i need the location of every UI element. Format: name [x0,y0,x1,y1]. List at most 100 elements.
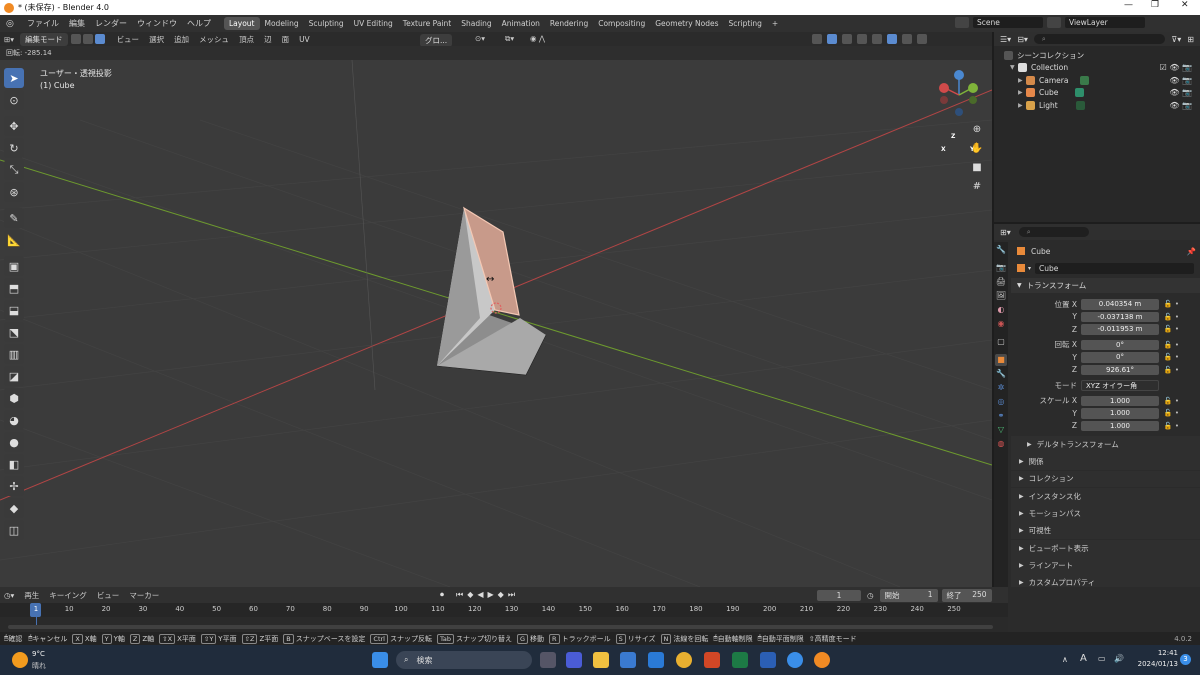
collections-section[interactable]: ▶ コレクション [1011,470,1200,488]
snap-icon[interactable]: ⧉▾ [505,34,514,44]
menu-view[interactable]: ビュー [113,33,144,46]
rotation-x-field[interactable]: 0° [1081,339,1159,350]
poly-build-tool-icon[interactable]: ⬢ [4,388,24,408]
menu-mesh[interactable]: メッシュ [195,33,233,46]
outliner-editor-icon[interactable]: ☰▾ [1000,35,1011,44]
wireframe-shading-icon[interactable] [872,34,882,44]
menu-face[interactable]: 面 [278,33,294,46]
windows-start-icon[interactable] [372,652,388,668]
xray-toggle-icon[interactable] [857,34,867,44]
timeline-scrollbar[interactable] [8,625,993,629]
display-mode-icon[interactable]: ⊟▾ [1017,35,1028,44]
particles-tab-icon[interactable]: ✲ [995,382,1007,394]
knife-tool-icon[interactable]: ◪ [4,366,24,386]
clock-icon[interactable]: ◷ [867,591,874,600]
menu-uv[interactable]: UV [295,34,314,45]
solid-shading-icon[interactable] [887,34,897,44]
ortho-grid-icon[interactable]: # [969,179,985,195]
edge-select-icon[interactable] [82,34,93,44]
motion-paths-section[interactable]: ▶ モーションパス [1011,505,1200,522]
chrome-icon[interactable] [676,652,692,668]
viewport-display-section[interactable]: ▶ ビューポート表示 [1011,539,1200,557]
tab-rendering[interactable]: Rendering [545,17,593,30]
object-tab-icon[interactable]: ■ [995,354,1007,366]
rotate-tool-icon[interactable]: ↻ [4,138,24,158]
menu-window[interactable]: ウィンドウ [132,18,182,29]
maximize-button[interactable]: ❐ [1151,0,1159,10]
object-name-field[interactable]: Cube [1035,262,1194,274]
network-icon[interactable]: ▭ [1098,654,1106,663]
add-cube-tool-icon[interactable]: ▣ [4,256,24,276]
minimize-button[interactable]: — [1124,0,1133,10]
powerpoint-icon[interactable] [704,652,720,668]
camera-data-icon[interactable] [1080,75,1090,85]
next-keyframe-button[interactable]: ◆ [498,590,504,600]
scene-icon[interactable] [955,17,969,28]
output-tab-icon[interactable]: 🖨 [995,276,1007,288]
list-item[interactable]: ▼ Collection ☑ 👁 📷 [1004,62,1200,75]
delta-transform-section[interactable]: ▶ デルタトランスフォーム [1011,436,1200,453]
word-icon[interactable] [760,652,776,668]
prev-keyframe-button[interactable]: ◆ [467,590,473,600]
loop-cut-tool-icon[interactable]: ▥ [4,344,24,364]
visibility-row-icons[interactable]: ☑ 👁 📷 [1160,63,1192,72]
list-item[interactable]: ▶ Light 👁 📷 [1004,99,1200,112]
jump-end-button[interactable]: ⏭ [508,590,515,600]
rip-region-tool-icon[interactable]: ◫ [4,520,24,540]
cursor-tool-icon[interactable]: ⊙ [4,90,24,110]
tab-layout[interactable]: Layout [224,17,260,30]
lock-icon[interactable]: 🔓 [1163,325,1173,333]
current-frame-field[interactable]: 1 [817,590,861,601]
material-tab-icon[interactable]: ◍ [995,438,1007,450]
tab-sculpting[interactable]: Sculpting [304,17,349,30]
modifier-tab-icon[interactable]: 🔧 [995,368,1007,380]
scale-tool-icon[interactable]: ⤡ [4,160,24,180]
keyframe-dot-icon[interactable]: • [1173,409,1181,417]
transform-section[interactable]: ▼ トランスフォーム [1011,278,1200,293]
viewlayer-icon[interactable] [1047,17,1061,28]
ime-indicator[interactable]: A [1080,653,1087,664]
scene-collection-row[interactable]: シーンコレクション [1004,49,1200,62]
excel-icon[interactable] [732,652,748,668]
pin-icon[interactable]: 📌 [1187,247,1196,256]
list-item[interactable]: ▶ Camera 👁 📷 [1004,74,1200,87]
location-y-field[interactable]: -0.037138 m [1081,311,1159,322]
lock-icon[interactable]: 🔓 [1163,366,1173,374]
rotation-z-field[interactable]: 926.61° [1081,364,1159,375]
scene-field[interactable]: Scene [973,17,1043,28]
camera-view-icon[interactable]: ■ [969,160,985,176]
tab-uv-editing[interactable]: UV Editing [349,17,398,30]
menu-marker[interactable]: マーカー [125,589,163,602]
tool-tab-icon[interactable]: 🔧 [995,244,1007,256]
scale-x-field[interactable]: 1.000 [1081,395,1159,406]
menu-edit[interactable]: 編集 [64,18,90,29]
weather-icon[interactable] [12,652,28,668]
spin-tool-icon[interactable]: ◕ [4,410,24,430]
3d-viewport[interactable]: ↔ Z X Y ⊕ ✋ ■ # [0,60,992,587]
properties-search-input[interactable]: ⌕ [1018,227,1089,237]
play-reverse-button[interactable]: ◀ [477,590,483,600]
frame-start-field[interactable]: 開始 1 [879,589,938,602]
bevel-tool-icon[interactable]: ⬔ [4,322,24,342]
editor-type-icon[interactable]: ⊞▾ [0,34,18,45]
pan-hand-icon[interactable]: ✋ [969,141,985,157]
mesh-data-icon[interactable] [1075,88,1085,98]
menu-playback[interactable]: 再生 [20,589,43,602]
tab-animation[interactable]: Animation [497,17,545,30]
tray-chevron-icon[interactable]: ∧ [1062,655,1068,664]
menu-render[interactable]: レンダー [90,18,132,29]
expand-icon[interactable]: ▶ [1018,102,1026,109]
blender-menu-icon[interactable]: ◎ [6,19,18,29]
menu-help[interactable]: ヘルプ [182,18,216,29]
rendered-shading-icon[interactable] [917,34,927,44]
lock-icon[interactable]: 🔓 [1163,313,1173,321]
clock-time[interactable]: 12:41 [1132,649,1178,657]
tab-modeling[interactable]: Modeling [260,17,304,30]
zoom-icon[interactable]: ⊕ [969,122,985,138]
menu-keying[interactable]: キーイング [45,589,91,602]
keyframe-dot-icon[interactable]: • [1173,353,1181,361]
menu-vertex[interactable]: 頂点 [235,33,258,46]
pivot-icon[interactable]: ⊙▾ [475,34,485,43]
lock-icon[interactable]: 🔓 [1163,409,1173,417]
filter-icon[interactable]: ⊽▾ [1171,35,1181,44]
